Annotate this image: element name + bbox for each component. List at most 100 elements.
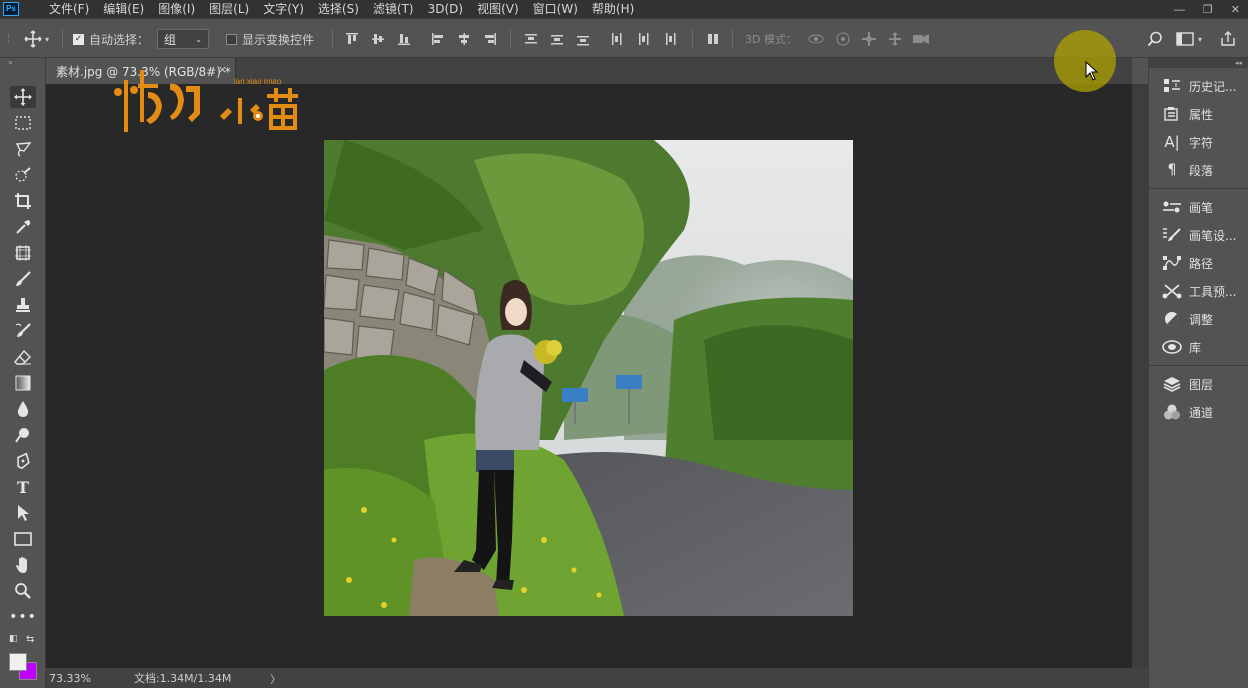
auto-select-label: 自动选择： bbox=[89, 32, 150, 47]
hand-tool-icon[interactable] bbox=[10, 554, 36, 576]
align-bottom-icon[interactable] bbox=[397, 19, 411, 59]
menu-edit[interactable]: 编辑(E) bbox=[96, 0, 151, 18]
panel-libraries[interactable]: 库 bbox=[1149, 333, 1248, 361]
panel-history[interactable]: 历史记... bbox=[1149, 72, 1248, 100]
panel-tool-presets[interactable]: 工具预... bbox=[1149, 277, 1248, 305]
distribute-vcenter-icon[interactable] bbox=[550, 19, 564, 59]
menu-window[interactable]: 窗口(W) bbox=[526, 0, 585, 18]
distribute-right-icon[interactable] bbox=[662, 19, 676, 59]
distribute-top-icon[interactable] bbox=[524, 19, 538, 59]
auto-select-dropdown[interactable]: 组 ⌄ bbox=[157, 29, 209, 49]
lasso-tool-icon[interactable] bbox=[10, 138, 36, 160]
menu-type[interactable]: 文字(Y) bbox=[256, 0, 311, 18]
align-vcenter-icon[interactable] bbox=[371, 19, 385, 59]
menu-bar: Ps 文件(F) 编辑(E) 图像(I) 图层(L) 文字(Y) 选择(S) 滤… bbox=[0, 0, 1248, 18]
pen-tool-icon[interactable] bbox=[10, 450, 36, 472]
mode-3d-label: 3D 模式： bbox=[745, 33, 797, 46]
zoom-level[interactable]: 73.33% bbox=[49, 672, 91, 685]
panel-channels[interactable]: 通道 bbox=[1149, 398, 1248, 426]
channels-icon bbox=[1162, 404, 1182, 420]
quick-select-tool-icon[interactable] bbox=[10, 164, 36, 186]
move-tool-icon[interactable] bbox=[10, 86, 36, 108]
auto-align-icon[interactable] bbox=[706, 19, 720, 59]
photoshop-logo-icon: Ps bbox=[0, 0, 22, 18]
foreground-color-swatch[interactable] bbox=[9, 653, 27, 671]
watermark-logo-graphic: lan xiao miao bbox=[114, 70, 298, 132]
document-info: 文档:1.34M/1.34M bbox=[133, 672, 232, 685]
panel-paths[interactable]: 路径 bbox=[1149, 249, 1248, 277]
align-left-icon[interactable] bbox=[431, 19, 445, 59]
photo-scene bbox=[324, 140, 853, 616]
menu-3d[interactable]: 3D(D) bbox=[421, 0, 470, 18]
panel-character[interactable]: A| 字符 bbox=[1149, 128, 1248, 156]
panel-paragraph[interactable]: ¶ 段落 bbox=[1149, 156, 1248, 184]
frame-tool-icon[interactable] bbox=[10, 242, 36, 264]
panel-properties[interactable]: 属性 bbox=[1149, 100, 1248, 128]
menu-select[interactable]: 选择(S) bbox=[311, 0, 366, 18]
brush-tool-icon[interactable] bbox=[10, 268, 36, 290]
default-colors-icon[interactable]: ◧ bbox=[9, 634, 18, 644]
gradient-tool-icon[interactable] bbox=[10, 372, 36, 394]
more-tools-icon[interactable]: ••• bbox=[9, 606, 36, 628]
align-top-icon[interactable] bbox=[345, 19, 359, 59]
panel-group-1: 历史记... 属性 A| 字符 ¶ 段落 bbox=[1149, 68, 1248, 189]
menu-layer[interactable]: 图层(L) bbox=[202, 0, 256, 18]
menu-image[interactable]: 图像(I) bbox=[151, 0, 202, 18]
eyedropper-tool-icon[interactable] bbox=[10, 216, 36, 238]
stamp-tool-icon[interactable] bbox=[10, 294, 36, 316]
type-tool-icon[interactable]: T bbox=[10, 476, 36, 498]
menu-view[interactable]: 视图(V) bbox=[470, 0, 526, 18]
roll-3d-icon bbox=[835, 19, 851, 59]
workspace-icon[interactable]: ▾ bbox=[1176, 19, 1202, 59]
panel-adjustments[interactable]: 调整 bbox=[1149, 305, 1248, 333]
status-menu-arrow-icon[interactable]: 〉 bbox=[270, 671, 280, 686]
tools-panel: » T ••• ◧ ⇆ bbox=[0, 58, 46, 688]
character-icon: A| bbox=[1164, 133, 1180, 151]
panel-brush-settings[interactable]: 画笔设... bbox=[1149, 221, 1248, 249]
dodge-tool-icon[interactable] bbox=[10, 424, 36, 446]
align-hcenter-icon[interactable] bbox=[457, 19, 471, 59]
toolbar-collapse-icon[interactable]: » bbox=[8, 58, 13, 67]
blur-tool-icon[interactable] bbox=[10, 398, 36, 420]
swap-colors-icon[interactable]: ⇆ bbox=[26, 634, 34, 645]
document-image[interactable] bbox=[324, 140, 853, 616]
distribute-bottom-icon[interactable] bbox=[576, 19, 590, 59]
move-tool-preset-icon[interactable]: ▾ bbox=[24, 19, 49, 59]
maximize-icon[interactable]: ❐ bbox=[1203, 3, 1213, 16]
vertical-scrollbar[interactable] bbox=[1132, 84, 1148, 668]
adjustments-icon bbox=[1162, 311, 1182, 327]
tool-presets-icon bbox=[1162, 283, 1182, 299]
panel-dock-collapse-icon[interactable]: ◂◂ bbox=[1149, 58, 1248, 68]
eraser-tool-icon[interactable] bbox=[10, 346, 36, 368]
show-transform-label: 显示变换控件 bbox=[242, 32, 315, 47]
share-icon[interactable] bbox=[1220, 19, 1236, 59]
properties-icon bbox=[1162, 106, 1182, 122]
marquee-tool-icon[interactable] bbox=[10, 112, 36, 134]
panel-brushes[interactable]: 画笔 bbox=[1149, 193, 1248, 221]
zoom-tool-icon[interactable] bbox=[10, 580, 36, 602]
orbit-3d-icon bbox=[808, 19, 824, 59]
search-icon[interactable] bbox=[1147, 19, 1163, 59]
menu-file[interactable]: 文件(F) bbox=[42, 0, 96, 18]
panel-layers[interactable]: 图层 bbox=[1149, 370, 1248, 398]
libraries-icon bbox=[1162, 339, 1182, 355]
history-brush-tool-icon[interactable] bbox=[10, 320, 36, 342]
align-right-icon[interactable] bbox=[483, 19, 497, 59]
menu-filter[interactable]: 滤镜(T) bbox=[366, 0, 421, 18]
options-grip-icon: ⋮ bbox=[4, 34, 13, 44]
close-window-icon[interactable]: ✕ bbox=[1231, 3, 1240, 16]
minimize-icon[interactable]: ― bbox=[1174, 3, 1185, 16]
auto-select-checkbox[interactable]: ✓ bbox=[73, 33, 84, 45]
distribute-hcenter-icon[interactable] bbox=[636, 19, 650, 59]
rectangle-tool-icon[interactable] bbox=[10, 528, 36, 550]
panel-dock: ◂◂ 历史记... 属性 A| 字符 ¶ 段落 画笔 画笔设... 路径 工具预… bbox=[1148, 58, 1248, 688]
panel-group-2: 画笔 画笔设... 路径 工具预... 调整 库 bbox=[1149, 189, 1248, 366]
menu-help[interactable]: 帮助(H) bbox=[585, 0, 641, 18]
distribute-left-icon[interactable] bbox=[610, 19, 624, 59]
watermark-logo: lan xiao miao bbox=[112, 62, 302, 138]
crop-tool-icon[interactable] bbox=[10, 190, 36, 212]
show-transform-checkbox[interactable] bbox=[226, 33, 237, 45]
paths-icon bbox=[1162, 255, 1182, 271]
brush-icon bbox=[1162, 199, 1182, 215]
path-selection-tool-icon[interactable] bbox=[10, 502, 36, 524]
